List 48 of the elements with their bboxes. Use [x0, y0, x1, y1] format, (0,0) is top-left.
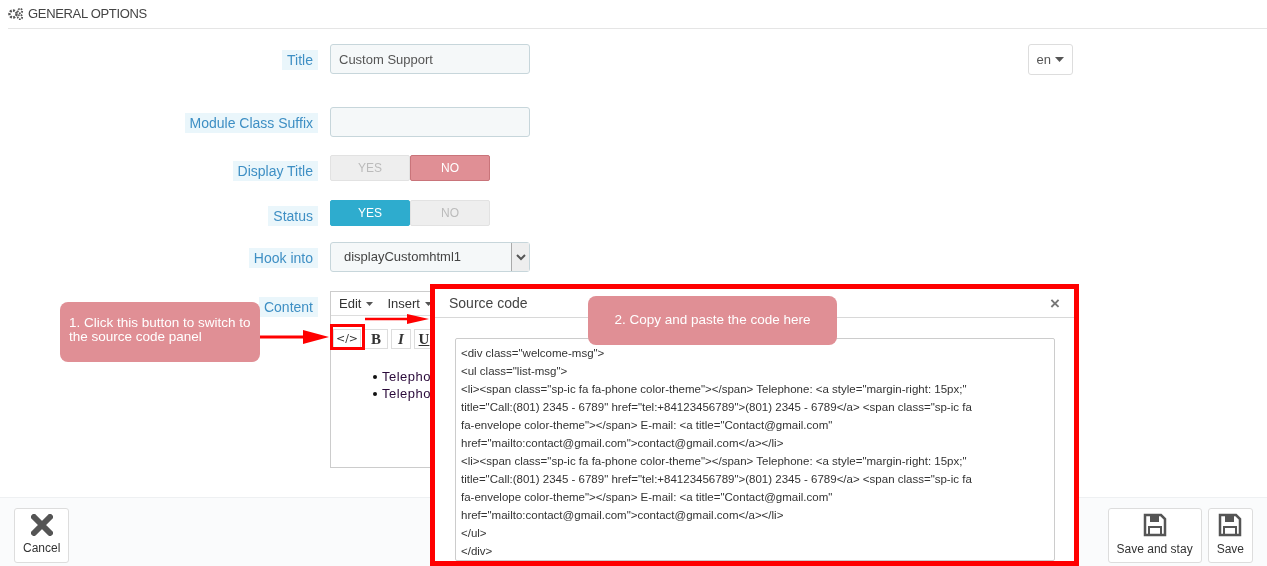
bullet-icon	[373, 391, 377, 396]
list-item-text: Telepho	[382, 385, 432, 402]
close-button[interactable]: ×	[1050, 294, 1060, 312]
code-line: fa-envelope color-theme"></span> E-mail: <a title="Contact@gmail.com"	[461, 418, 834, 433]
field-label: Title	[282, 50, 318, 70]
list-item-text: Telepho	[382, 368, 432, 385]
code-line: <ul class="list-msg">	[461, 364, 569, 379]
field-label: Status	[268, 206, 318, 226]
code-line: <div class="welcome-msg">	[461, 346, 606, 361]
caret-icon	[424, 301, 432, 306]
code-line: </ul>	[461, 526, 488, 541]
dialog-title: Source code	[449, 293, 528, 313]
code-line: <li><span class="sp-ic fa fa-phone color-theme"></span> Telephone: <a style="margin-right: 15px;"	[461, 454, 968, 469]
language-dropdown[interactable]: en	[1027, 44, 1073, 75]
toolbar-button[interactable]: B	[364, 329, 388, 349]
select-field[interactable]: displayCustomhtml1	[330, 242, 530, 272]
callout: 1. Click this button to switch to the source code panel	[60, 302, 260, 362]
caret-icon	[1055, 57, 1064, 62]
text-field[interactable]	[330, 107, 530, 137]
save-button[interactable]: Save	[1207, 508, 1253, 563]
code-line: href="mailto:contact@gmail.com">contact@gmail.com</a></li>	[461, 508, 785, 523]
menu-item[interactable]: Edit	[339, 293, 374, 314]
gears-icon	[8, 8, 24, 20]
code-line: title="Call:(801) 2345 - 6789" href="tel:+84123456789">(801) 2345 - 6789</a> <span class="sp-ic fa	[461, 472, 973, 487]
cancel-button[interactable]: Cancel	[14, 508, 70, 563]
callout: 2. Copy and paste the code here	[588, 296, 837, 345]
code-line: <li><span class="sp-ic fa fa-phone color-theme"></span> Telephone: <a style="margin-right: 15px;"	[461, 382, 968, 397]
code-line: fa-envelope color-theme"></span> E-mail: <a title="Contact@gmail.com"	[461, 490, 834, 505]
field-label: Hook into	[248, 248, 318, 268]
bullet-icon	[373, 374, 377, 379]
code-line: </div>	[461, 544, 494, 559]
toolbar-button[interactable]: </>	[333, 329, 361, 349]
highlight-frame	[330, 324, 365, 350]
annotation-arrow	[365, 314, 429, 324]
field-label: Display Title	[232, 161, 318, 181]
caret-icon	[366, 301, 374, 306]
section-title: GENERAL OPTIONS	[28, 5, 147, 24]
close-icon	[30, 514, 53, 536]
menu-item[interactable]: Insert	[387, 293, 432, 314]
chevron-icon	[515, 253, 526, 261]
code-line: title="Call:(801) 2345 - 6789" href="tel:+84123456789">(801) 2345 - 6789</a> <span class="sp-ic fa	[461, 400, 973, 415]
toolbar-button[interactable]: I	[391, 329, 411, 349]
field-label: Content	[258, 297, 318, 317]
annotation-arrow	[260, 329, 329, 345]
text-field[interactable]: Custom Support	[330, 44, 530, 74]
field-label: Module Class Suffix	[184, 113, 318, 133]
save-button[interactable]: Save and stay	[1107, 508, 1202, 563]
code-line: href="mailto:contact@gmail.com">contact@gmail.com</a></li>	[461, 436, 785, 451]
